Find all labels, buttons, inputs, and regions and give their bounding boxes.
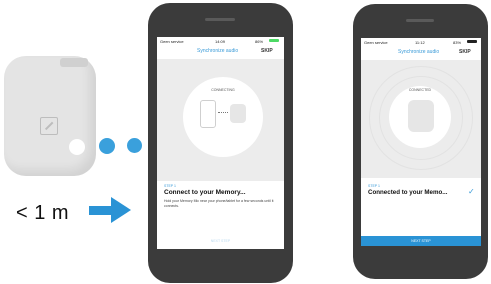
next-step-button[interactable]: NEXT STEP: [157, 239, 284, 243]
skip-button[interactable]: SKIP: [261, 48, 273, 54]
nav-title: Synchronize audio: [398, 49, 440, 55]
connection-stage: CONNECTING: [157, 59, 284, 181]
range-arrow: [89, 206, 113, 215]
mic-mini-icon: [230, 104, 246, 123]
phone-mini-icon: [200, 100, 216, 128]
phone1-screen: Geen service 14:09 86% Synchronize audio…: [157, 37, 284, 249]
sennheiser-logo-icon: [40, 117, 58, 135]
nav-title: Synchronize audio: [197, 48, 239, 54]
phone-speaker: [406, 19, 434, 22]
range-arrow-head: [111, 197, 131, 223]
phone-speaker: [205, 18, 235, 21]
connecting-dots-icon: [218, 112, 228, 115]
battery-text: 83%: [453, 40, 462, 45]
signal-dot-2: [127, 138, 142, 153]
nav-bar: Synchronize audio SKIP: [361, 47, 481, 59]
device-button: [69, 139, 85, 155]
connecting-label: CONNECTING: [211, 88, 235, 92]
step-heading: Connect to your Memory...: [164, 189, 246, 196]
carrier-text: Geen service: [364, 40, 388, 45]
connected-label: CONNECTED: [408, 88, 432, 92]
battery-icon: [467, 40, 477, 43]
memory-mic-device: [4, 56, 96, 176]
step-description: Hold your Memory Mic near your phone/tab…: [164, 199, 274, 208]
next-step-label: NEXT STEP: [411, 239, 431, 243]
status-bar: Geen service 11:12 83%: [361, 38, 481, 46]
nav-bar: Synchronize audio SKIP: [157, 46, 284, 58]
connection-stage: CONNECTED: [361, 60, 481, 178]
memory-mic-icon: [408, 100, 434, 132]
skip-button[interactable]: SKIP: [459, 49, 471, 55]
signal-dot-1: [99, 138, 115, 154]
time-text: 14:09: [215, 39, 226, 44]
status-bar: Geen service 14:09 86%: [157, 37, 284, 45]
step-heading: Connected to your Memo...: [368, 189, 448, 196]
device-top-vent: [60, 58, 88, 67]
checkmark-icon: ✓: [468, 187, 475, 196]
time-text: 11:12: [415, 40, 425, 45]
battery-icon: [269, 39, 279, 42]
next-step-button[interactable]: NEXT STEP: [361, 236, 481, 246]
phone2-screen: Geen service 11:12 83% Synchronize audio…: [361, 38, 481, 246]
step-label: STEP 1: [368, 184, 380, 188]
step-label: STEP 1: [164, 184, 176, 188]
range-label: < 1 m: [16, 202, 70, 224]
battery-text: 86%: [255, 39, 264, 44]
carrier-text: Geen service: [160, 39, 184, 44]
